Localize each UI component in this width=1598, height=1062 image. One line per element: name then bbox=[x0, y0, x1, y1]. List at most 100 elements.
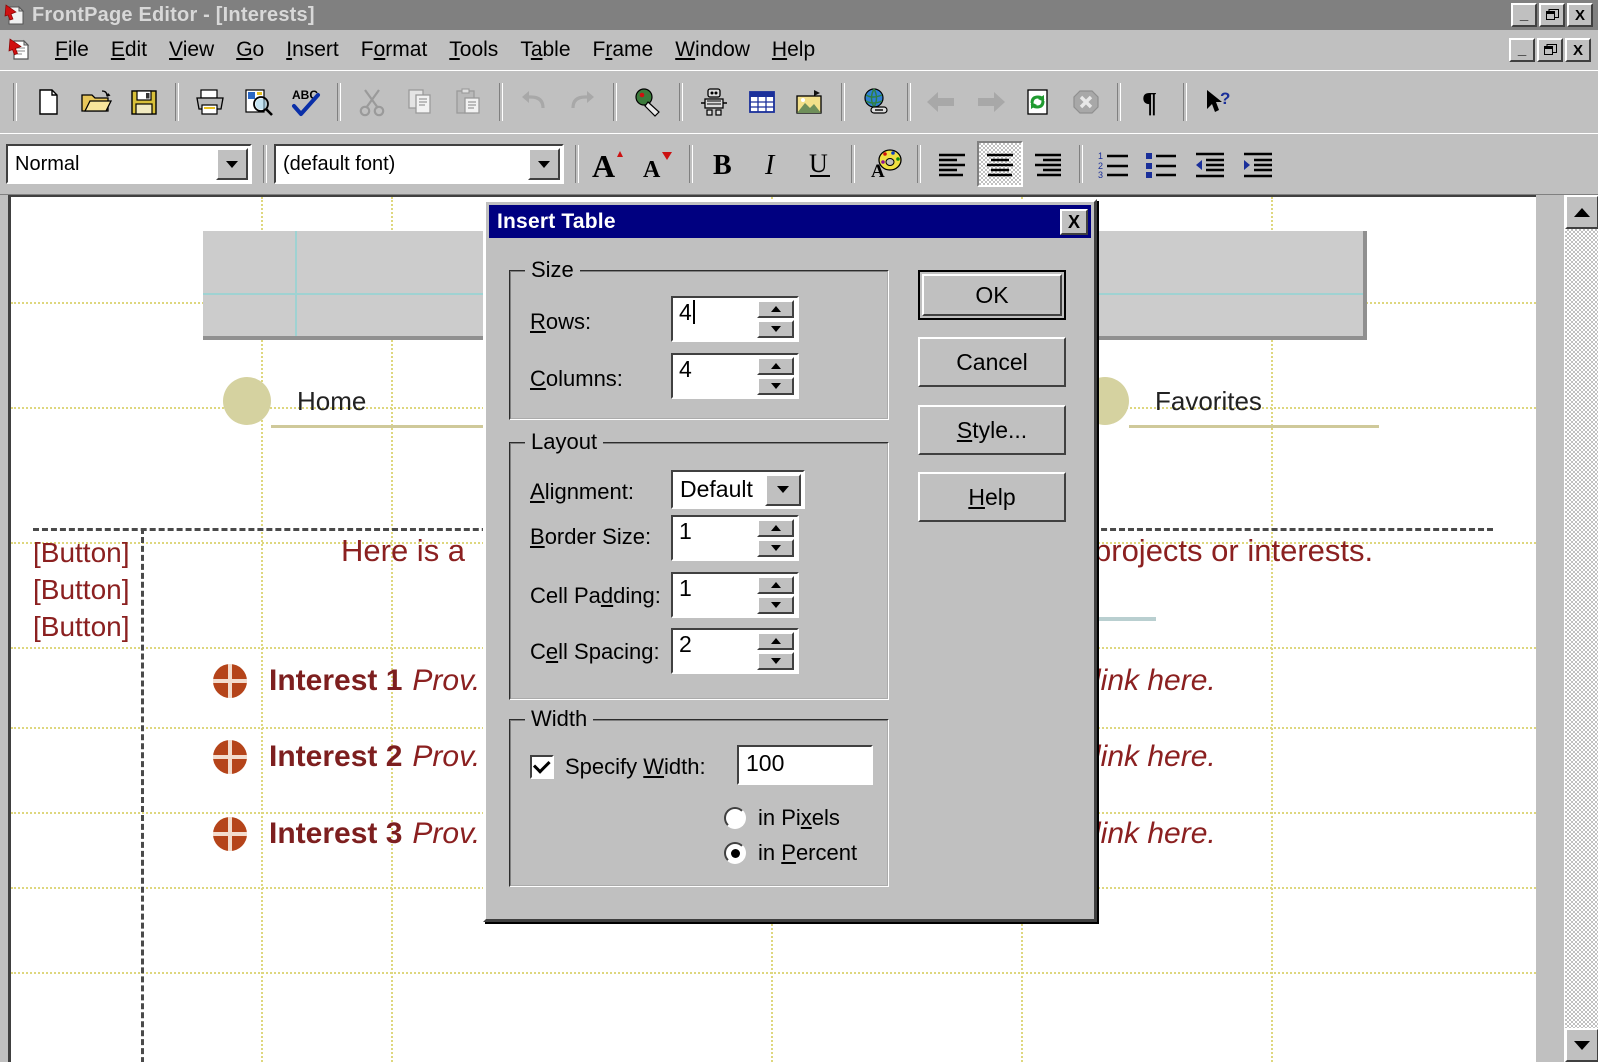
columns-spin-buttons[interactable] bbox=[757, 355, 797, 397]
menu-frame[interactable]: Frame bbox=[582, 36, 665, 64]
refresh-icon[interactable] bbox=[1015, 79, 1061, 125]
scroll-down-button[interactable] bbox=[1565, 1028, 1598, 1062]
menu-edit[interactable]: Edit bbox=[100, 36, 158, 64]
menu-format[interactable]: Format bbox=[350, 36, 439, 64]
rows-spin-buttons[interactable] bbox=[757, 298, 797, 340]
checkbox-box[interactable] bbox=[530, 755, 554, 779]
cut-scissors-icon[interactable] bbox=[349, 79, 395, 125]
create-hyperlink-globe-icon[interactable] bbox=[853, 79, 899, 125]
button-placeholder[interactable]: [Button] bbox=[33, 537, 130, 569]
border-size-spin-down-icon[interactable] bbox=[757, 539, 794, 557]
cell-padding-value[interactable]: 1 bbox=[673, 574, 757, 616]
close-button[interactable]: X bbox=[1567, 3, 1593, 27]
increase-font-size-icon[interactable]: A bbox=[587, 141, 633, 187]
interest-link[interactable]: link here. bbox=[1094, 664, 1216, 698]
cell-spacing-spin-up-icon[interactable] bbox=[757, 632, 794, 650]
border-size-spin-up-icon[interactable] bbox=[757, 519, 794, 537]
columns-spin-up-icon[interactable] bbox=[757, 357, 794, 375]
interest-list-item[interactable]: Interest 1 Prov. bbox=[213, 664, 480, 698]
font-name-combo[interactable]: (default font) bbox=[274, 144, 564, 184]
chevron-down-icon[interactable] bbox=[216, 148, 248, 180]
menu-view[interactable]: View bbox=[158, 36, 225, 64]
increase-indent-icon[interactable] bbox=[1235, 141, 1281, 187]
interest-link[interactable]: link here. bbox=[1094, 817, 1216, 851]
interest-list-item[interactable]: Interest 3 Prov. bbox=[213, 817, 480, 851]
nav-item-home[interactable]: Home bbox=[223, 377, 366, 425]
columns-spin-down-icon[interactable] bbox=[757, 377, 794, 395]
stop-icon[interactable] bbox=[1063, 79, 1109, 125]
insert-table-grid-icon[interactable] bbox=[739, 79, 785, 125]
border-size-spin-buttons[interactable] bbox=[757, 517, 797, 559]
align-left-icon[interactable] bbox=[929, 141, 975, 187]
menu-file[interactable]: File bbox=[44, 36, 100, 64]
open-folder-icon[interactable] bbox=[73, 79, 119, 125]
ok-button[interactable]: OK bbox=[918, 270, 1066, 320]
doc-minimize-button[interactable]: _ bbox=[1509, 38, 1535, 62]
cell-padding-spinner[interactable]: 1 bbox=[671, 572, 799, 618]
alignment-combo[interactable]: Default bbox=[671, 470, 805, 509]
button-placeholder[interactable]: [Button] bbox=[33, 611, 130, 643]
cell-spacing-spin-buttons[interactable] bbox=[757, 630, 797, 672]
doc-restore-button[interactable] bbox=[1537, 38, 1563, 62]
button-placeholder[interactable]: [Button] bbox=[33, 574, 130, 606]
menu-go[interactable]: Go bbox=[225, 36, 275, 64]
cell-spacing-spinner[interactable]: 2 bbox=[671, 628, 799, 674]
specify-width-checkbox[interactable]: Specify Width: bbox=[530, 754, 706, 780]
cell-padding-spin-buttons[interactable] bbox=[757, 574, 797, 616]
cell-padding-spin-up-icon[interactable] bbox=[757, 576, 794, 594]
vertical-scrollbar[interactable] bbox=[1564, 195, 1598, 1062]
style-button[interactable]: Style... bbox=[918, 405, 1066, 455]
print-icon[interactable] bbox=[187, 79, 233, 125]
interest-link[interactable]: link here. bbox=[1094, 740, 1216, 774]
save-disk-icon[interactable] bbox=[121, 79, 167, 125]
nav-item-favorites[interactable]: Favorites bbox=[1081, 377, 1262, 425]
interest-list-item[interactable]: Interest 2 Prov. bbox=[213, 740, 480, 774]
doc-close-button[interactable]: X bbox=[1565, 38, 1591, 62]
menu-help[interactable]: Help bbox=[761, 36, 826, 64]
menu-tools[interactable]: Tools bbox=[438, 36, 509, 64]
bulleted-list-icon[interactable] bbox=[1139, 141, 1185, 187]
radio-mark[interactable] bbox=[724, 807, 746, 829]
undo-icon[interactable] bbox=[511, 79, 557, 125]
bold-icon[interactable]: B bbox=[701, 141, 747, 187]
print-preview-icon[interactable] bbox=[235, 79, 281, 125]
width-value-input[interactable]: 100 bbox=[737, 745, 873, 785]
decrease-font-size-icon[interactable]: A bbox=[635, 141, 681, 187]
paragraph-style-combo[interactable]: Normal bbox=[6, 144, 252, 184]
in-pixels-radio[interactable]: in Pixels bbox=[724, 805, 840, 831]
format-painter-icon[interactable] bbox=[625, 79, 671, 125]
rows-value[interactable]: 4 bbox=[673, 298, 757, 340]
help-button[interactable]: Help bbox=[918, 472, 1066, 522]
menu-window[interactable]: Window bbox=[664, 36, 761, 64]
new-icon[interactable] bbox=[25, 79, 71, 125]
insert-component-robot-icon[interactable] bbox=[691, 79, 737, 125]
restore-button[interactable] bbox=[1539, 3, 1565, 27]
help-pointer-icon[interactable]: ? bbox=[1195, 79, 1241, 125]
redo-icon[interactable] bbox=[559, 79, 605, 125]
numbered-list-icon[interactable]: 123 bbox=[1091, 141, 1137, 187]
paste-clipboard-icon[interactable] bbox=[445, 79, 491, 125]
cancel-button[interactable]: Cancel bbox=[918, 337, 1066, 387]
spelling-abc-check-icon[interactable]: ABC bbox=[283, 79, 329, 125]
cell-spacing-value[interactable]: 2 bbox=[673, 630, 757, 672]
border-size-spinner[interactable]: 1 bbox=[671, 515, 799, 561]
back-arrow-icon[interactable] bbox=[919, 79, 965, 125]
in-percent-radio[interactable]: in Percent bbox=[724, 840, 857, 866]
cell-spacing-spin-down-icon[interactable] bbox=[757, 652, 794, 670]
underline-icon[interactable]: U bbox=[797, 141, 843, 187]
italic-icon[interactable]: I bbox=[749, 141, 795, 187]
columns-value[interactable]: 4 bbox=[673, 355, 757, 397]
copy-icon[interactable] bbox=[397, 79, 443, 125]
rows-spinner[interactable]: 4 bbox=[671, 296, 799, 342]
decrease-indent-icon[interactable] bbox=[1187, 141, 1233, 187]
align-right-icon[interactable] bbox=[1025, 141, 1071, 187]
rows-spin-down-icon[interactable] bbox=[757, 320, 794, 338]
forward-arrow-icon[interactable] bbox=[967, 79, 1013, 125]
text-color-palette-icon[interactable]: A bbox=[863, 141, 909, 187]
chevron-down-icon[interactable] bbox=[765, 473, 801, 506]
radio-mark[interactable] bbox=[724, 842, 746, 864]
align-center-icon[interactable] bbox=[977, 141, 1023, 187]
show-paragraph-marks-icon[interactable]: ¶ bbox=[1129, 79, 1175, 125]
rows-spin-up-icon[interactable] bbox=[757, 300, 794, 318]
cell-padding-spin-down-icon[interactable] bbox=[757, 596, 794, 614]
